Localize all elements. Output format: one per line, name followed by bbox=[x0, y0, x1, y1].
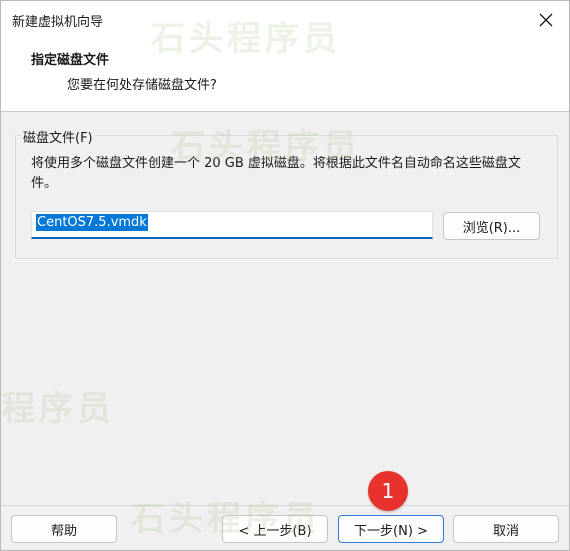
page-title: 指定磁盘文件 bbox=[31, 53, 110, 68]
disk-file-description: 将使用多个磁盘文件创建一个 20 GB 虚拟磁盘。将根据此文件名自动命名这些磁盘… bbox=[31, 156, 521, 191]
back-button[interactable]: < 上一步(B) bbox=[222, 515, 328, 543]
wizard-header: 指定磁盘文件 您要在何处存储磁盘文件? bbox=[1, 39, 569, 112]
wizard-window: 新建虚拟机向导 指定磁盘文件 您要在何处存储磁盘文件? 磁盘文件(F) 将使用多… bbox=[0, 0, 570, 551]
next-button[interactable]: 下一步(N) > bbox=[338, 515, 444, 543]
watermark-text: 程序员 bbox=[1, 389, 115, 429]
disk-file-name-input[interactable]: CentOS7.5.vmdk bbox=[31, 211, 433, 239]
close-icon bbox=[539, 13, 553, 27]
window-title: 新建虚拟机向导 bbox=[12, 15, 104, 30]
disk-file-group-label: 磁盘文件(F) bbox=[21, 127, 95, 146]
browse-button[interactable]: 浏览(R)... bbox=[443, 212, 540, 240]
page-subtitle: 您要在何处存储磁盘文件? bbox=[67, 78, 217, 93]
cancel-button[interactable]: 取消 bbox=[453, 515, 559, 543]
step-annotation-badge: 1 bbox=[368, 471, 408, 511]
footer-divider bbox=[1, 505, 569, 506]
help-button[interactable]: 帮助 bbox=[11, 515, 117, 543]
disk-file-name-text: CentOS7.5.vmdk bbox=[36, 214, 148, 231]
close-button[interactable] bbox=[523, 1, 569, 39]
title-bar[interactable]: 新建虚拟机向导 bbox=[1, 1, 569, 39]
